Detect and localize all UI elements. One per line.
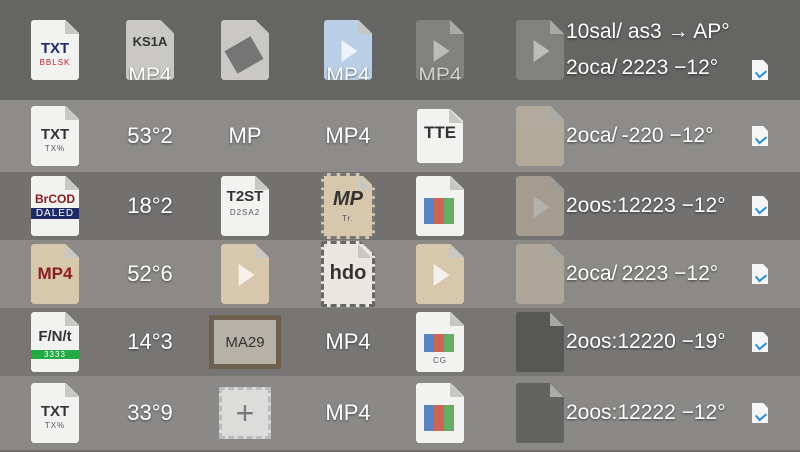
file-label: MP [333, 188, 363, 210]
text-file-icon[interactable]: F/​N/t 3333 [31, 312, 79, 372]
code-file-icon[interactable]: BrCOD DALED [31, 176, 79, 236]
file-type-overlay: MP4 [418, 64, 462, 87]
video-file-icon[interactable] [416, 244, 464, 304]
chart-file-icon[interactable] [416, 383, 464, 443]
video-file-icon[interactable]: hdo [321, 241, 375, 307]
file-label: MP4 [37, 264, 73, 283]
file-label: F/​N/t [38, 328, 72, 345]
file-meta: 2oca/ 2223 −12° [566, 262, 719, 285]
file-grid: TXT BBLSK KS1A MP4 MP4 MP4 10sal/ as3 → … [0, 0, 800, 452]
file-sublabel: TX% [44, 421, 66, 430]
file-value: MP4 [325, 400, 371, 425]
video-file-icon[interactable] [221, 244, 269, 304]
document-check-icon[interactable] [752, 60, 768, 80]
video-file-icon[interactable]: MP4 [31, 244, 79, 304]
file-sublabel: BBLSK [39, 58, 71, 67]
file-label: TTE [423, 123, 457, 142]
file-sublabel: TX% [44, 144, 66, 153]
file-label: KS1A [132, 34, 168, 49]
image-file-icon[interactable] [221, 20, 269, 80]
plus-icon: + [219, 387, 271, 439]
text-file-icon[interactable]: TTE [417, 109, 463, 163]
file-label: T2ST [226, 188, 264, 205]
file-meta: 2oos:12223 −12° [566, 194, 726, 217]
file-meta: 2oos:12220 −19° [566, 330, 726, 353]
file-value: 53°2 [127, 123, 173, 148]
file-type-overlay: MP4 [326, 64, 370, 87]
play-icon [533, 40, 550, 63]
meta-line: 10sal/ as3 → AP° [566, 20, 730, 43]
file-meta: 2oos:12222 −12° [566, 401, 726, 424]
chart-file-icon[interactable]: CG [416, 312, 464, 372]
file-label: hdo [329, 262, 367, 284]
image-file-icon[interactable] [516, 106, 564, 166]
file-value: 33°9 [127, 400, 173, 425]
file-meta: 2oca/ -220 −12° [566, 124, 714, 147]
chart-icon [424, 198, 454, 224]
meta-line: 2oca/ 2223 −12° [566, 56, 719, 79]
file-label: BrCOD [34, 192, 75, 206]
usb-icon [224, 36, 264, 74]
txt-file-icon[interactable]: TXT TX% [31, 106, 79, 166]
play-icon [533, 196, 550, 219]
video-file-icon[interactable]: MP4 [416, 20, 464, 80]
document-check-icon[interactable] [752, 403, 768, 423]
text-file-icon[interactable]: T2ST D2SA2 [221, 176, 269, 236]
table-row[interactable]: F/​N/t 3333 14°3 MA29 MP4 CG 2oos:12220 … [0, 308, 800, 378]
file-meta: 10sal/ as3 → AP° 2oca/ 2223 −12° [566, 14, 730, 86]
play-icon [433, 40, 450, 63]
file-value: 52°6 [127, 261, 173, 286]
table-row[interactable]: MP4 52°6 hdo 2oca/ 2223 −12° [0, 240, 800, 310]
file-type-overlay: MP4 [128, 64, 172, 87]
txt-file-icon[interactable]: TXT TX% [31, 383, 79, 443]
document-check-icon[interactable] [752, 196, 768, 216]
add-file-icon[interactable]: + [219, 387, 271, 439]
table-row[interactable]: TXT TX% 53°2 MP MP4 TTE 2oca/ -220 −12° [0, 100, 800, 174]
play-icon [341, 40, 358, 63]
file-sublabel: Tr. [341, 214, 355, 223]
chart-file-icon[interactable] [416, 176, 464, 236]
video-file-icon[interactable]: MP Tr. [321, 173, 375, 239]
file-sublabel: DALED [31, 208, 79, 219]
chart-icon [424, 334, 454, 352]
file-value: MP [228, 123, 262, 148]
document-check-icon[interactable] [752, 126, 768, 146]
image-file-icon[interactable] [516, 244, 564, 304]
table-row[interactable]: BrCOD DALED 18°2 T2ST D2SA2 MP Tr. 2oos:… [0, 172, 800, 242]
video-file-icon[interactable] [516, 176, 564, 236]
image-file-icon[interactable] [516, 383, 564, 443]
video-file-icon[interactable] [516, 20, 564, 80]
file-label: MA29 [209, 315, 281, 369]
video-file-icon[interactable]: KS1A MP4 [126, 20, 174, 80]
play-icon [238, 264, 255, 287]
image-file-icon[interactable] [516, 312, 564, 372]
file-sublabel: CG [433, 356, 447, 365]
play-icon [433, 264, 450, 287]
table-row[interactable]: TXT BBLSK KS1A MP4 MP4 MP4 10sal/ as3 → … [0, 0, 800, 102]
document-check-icon[interactable] [752, 264, 768, 284]
file-value: 18°2 [127, 193, 173, 218]
file-value: MP4 [325, 329, 371, 354]
file-value: MP4 [325, 123, 371, 148]
file-sublabel: 3333 [31, 350, 79, 359]
file-label: TXT [40, 403, 70, 420]
document-check-icon[interactable] [752, 332, 768, 352]
chart-icon [424, 405, 454, 431]
txt-file-icon[interactable]: TXT BBLSK [31, 20, 79, 80]
file-value: 14°3 [127, 329, 173, 354]
file-label: TXT [40, 126, 70, 143]
image-file-icon[interactable]: MA29 [209, 315, 281, 369]
file-sublabel: D2SA2 [229, 208, 261, 217]
table-row[interactable]: TXT TX% 33°9 + MP4 2oos:12222 −12° [0, 376, 800, 452]
file-label: TXT [40, 40, 70, 57]
video-file-icon[interactable]: MP4 [324, 20, 372, 80]
